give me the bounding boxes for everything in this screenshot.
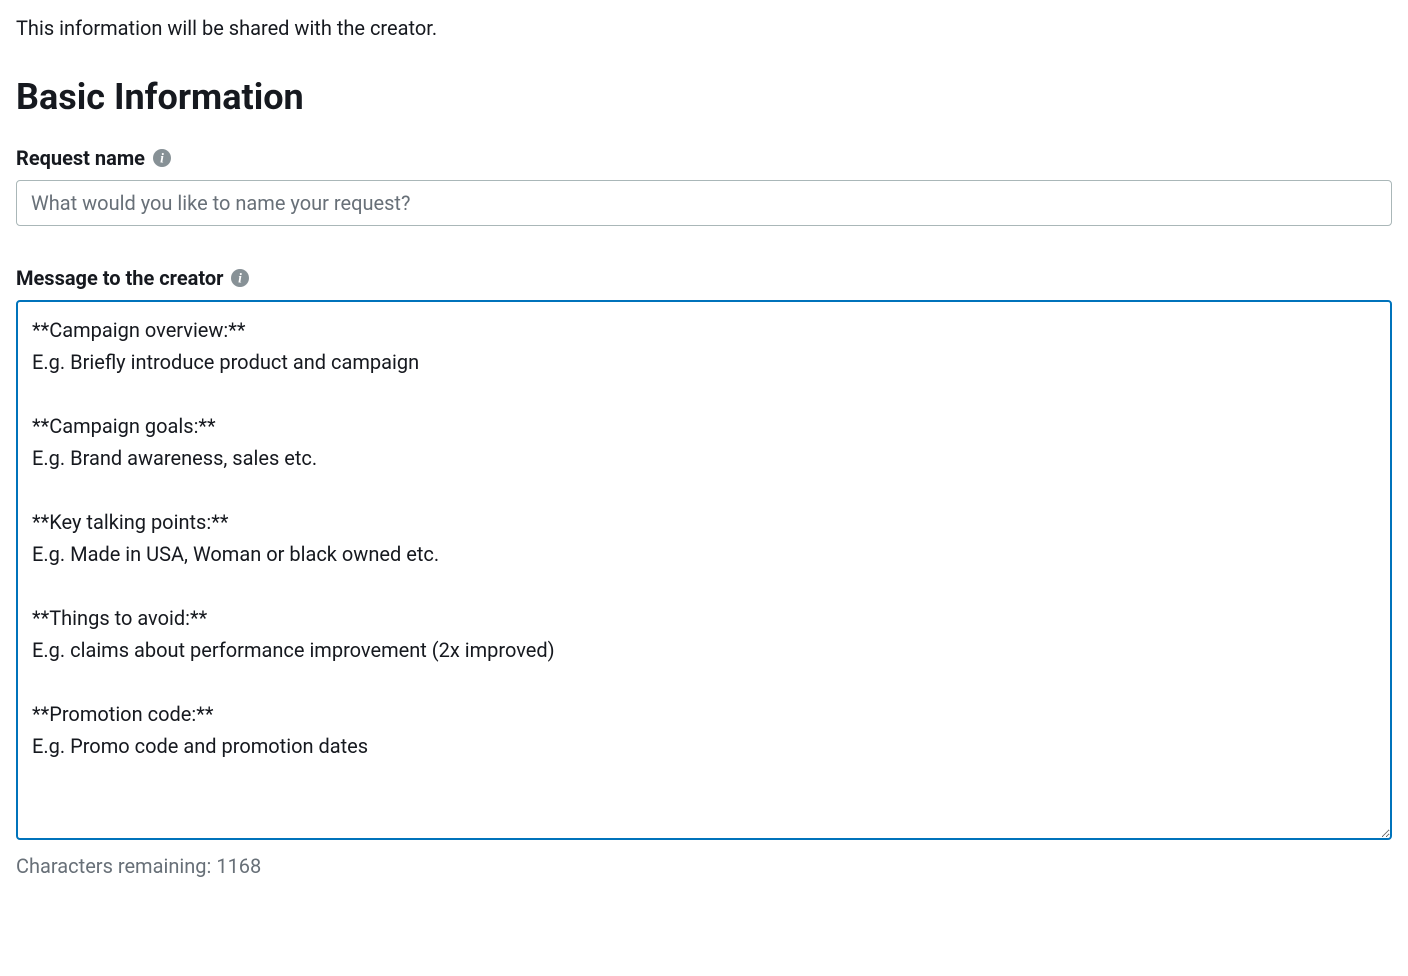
char-count: Characters remaining: 1168 <box>16 854 1392 878</box>
request-name-label: Request name <box>16 146 145 170</box>
request-name-field: Request name i <box>16 146 1392 226</box>
info-icon[interactable]: i <box>153 149 171 167</box>
message-label-row: Message to the creator i <box>16 266 1392 290</box>
message-textarea[interactable] <box>16 300 1392 840</box>
section-heading: Basic Information <box>16 76 1392 118</box>
char-count-value: 1168 <box>216 854 261 878</box>
request-name-label-row: Request name i <box>16 146 1392 170</box>
message-field: Message to the creator i Characters rema… <box>16 266 1392 878</box>
intro-text: This information will be shared with the… <box>16 16 1392 40</box>
char-count-prefix: Characters remaining: <box>16 854 216 878</box>
svg-text:i: i <box>160 151 164 166</box>
svg-text:i: i <box>239 271 243 286</box>
info-icon[interactable]: i <box>231 269 249 287</box>
message-label: Message to the creator <box>16 266 223 290</box>
request-name-input[interactable] <box>16 180 1392 226</box>
